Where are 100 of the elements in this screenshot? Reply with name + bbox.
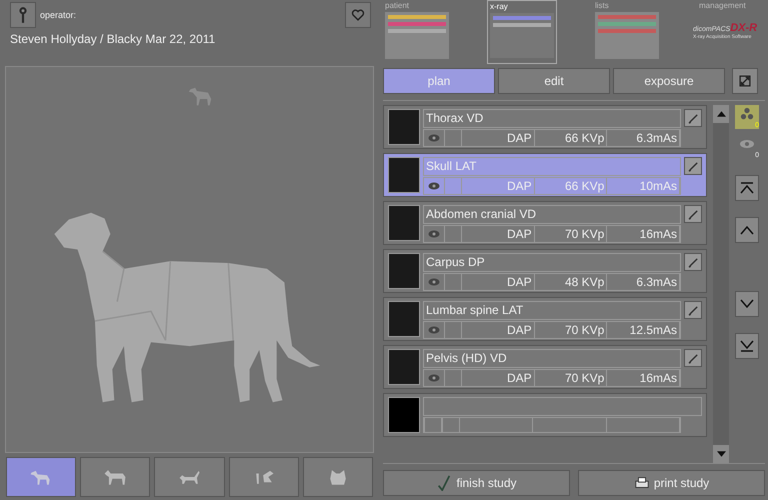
species-tab[interactable] — [302, 457, 374, 497]
exposure-name: Carpus DP — [423, 253, 681, 272]
exposure-row[interactable]: Lumbar spine LAT DAP 70 KVp 12.5mAs — [383, 297, 707, 341]
mas-cell: 16mAs — [607, 226, 680, 242]
last-icon — [739, 339, 755, 353]
dap-cell: DAP — [462, 178, 535, 194]
logo-mark: DX-R — [730, 22, 758, 34]
edit-button[interactable] — [684, 253, 702, 271]
kvp-cell: 66 KVp — [534, 178, 608, 194]
xray-thumbnail — [388, 253, 420, 289]
lists-screen-thumbnail — [595, 12, 659, 59]
cat-icon — [176, 468, 202, 486]
down-button[interactable] — [735, 291, 759, 317]
mas-cell: 6.3mAs — [607, 274, 680, 290]
up-triangle-icon — [716, 111, 726, 117]
dap-cell: DAP — [462, 370, 535, 386]
finish-study-button[interactable]: finish study — [383, 470, 570, 496]
kvp-cell: 48 KVp — [534, 274, 608, 290]
pen-icon — [688, 112, 698, 124]
kvp-cell: 70 KVp — [534, 226, 608, 242]
print-study-button[interactable]: print study — [578, 470, 765, 496]
eye-icon — [428, 374, 440, 382]
patient-button[interactable] — [345, 2, 371, 28]
species-tab[interactable] — [228, 457, 299, 497]
eye-icon — [428, 230, 440, 238]
dap-cell: DAP — [462, 226, 535, 242]
module-tab[interactable]: x-ray — [487, 0, 557, 64]
pen-icon — [688, 304, 698, 316]
exposure-name: Lumbar spine LAT — [423, 301, 681, 320]
patient-line: Steven Hollyday / Blacky Mar 22, 2011 — [10, 32, 216, 46]
status-cell — [444, 370, 462, 386]
edit-button[interactable] — [684, 349, 702, 367]
pen-icon — [688, 160, 698, 172]
xray-thumbnail — [388, 205, 420, 241]
mas-cell: 6.3mAs — [607, 130, 680, 146]
pen-icon — [688, 208, 698, 220]
edit-button[interactable] — [684, 301, 702, 319]
first-button[interactable] — [735, 175, 759, 201]
eye-icon — [739, 137, 755, 151]
radiation-icon — [739, 107, 755, 121]
expand-button[interactable] — [732, 68, 758, 94]
xray-thumbnail — [388, 349, 420, 385]
empty-exposure-row[interactable] — [383, 393, 707, 437]
eye-icon — [428, 326, 440, 334]
edit-button[interactable] — [684, 109, 702, 127]
status-cell — [442, 418, 460, 432]
scroll-up-button[interactable] — [713, 105, 729, 123]
tab[interactable]: plan — [383, 68, 495, 94]
exposure-row[interactable]: Abdomen cranial VD DAP 70 KVp 16mAs — [383, 201, 707, 245]
mas-cell: 16mAs — [607, 370, 680, 386]
module-tab[interactable]: patient — [383, 0, 451, 64]
dap-cell: DAP — [462, 130, 535, 146]
species-tab[interactable] — [154, 457, 225, 497]
last-button[interactable] — [735, 333, 759, 359]
status-cell — [444, 226, 462, 242]
xray-screen-thumbnail — [490, 13, 554, 58]
status-cell — [444, 130, 462, 146]
edit-button[interactable] — [684, 205, 702, 223]
exposure-name: Abdomen cranial VD — [423, 205, 681, 224]
first-icon — [739, 181, 755, 195]
tab[interactable]: exposure — [613, 68, 725, 94]
eye-icon — [428, 278, 440, 286]
xray-thumbnail — [388, 109, 420, 145]
kvp-cell: 70 KVp — [534, 322, 608, 338]
tab[interactable]: edit — [498, 68, 610, 94]
edit-button[interactable] — [684, 157, 702, 175]
empty-thumbnail — [388, 397, 420, 433]
kvp-cell: 70 KVp — [534, 370, 608, 386]
key-button[interactable] — [10, 2, 36, 28]
eye-icon — [428, 134, 440, 142]
mas-cell: 10mAs — [607, 178, 680, 194]
eye-icon — [428, 182, 440, 190]
status-cell — [424, 418, 442, 432]
horse-icon — [102, 468, 128, 486]
chevron-down-icon — [739, 297, 755, 311]
heart-icon — [350, 8, 366, 22]
pen-icon — [688, 352, 698, 364]
species-tab[interactable] — [80, 457, 150, 497]
status-cell — [444, 178, 462, 194]
exposure-row[interactable]: Thorax VD DAP 66 KVp 6.3mAs — [383, 105, 707, 149]
xray-thumbnail — [388, 301, 420, 337]
exposure-row[interactable]: Skull LAT DAP 66 KVp 10mAs — [383, 153, 707, 197]
module-tab[interactable]: lists — [593, 0, 661, 64]
exposure-row[interactable]: Pelvis (HD) VD DAP 70 KVp 16mAs — [383, 345, 707, 389]
up-button[interactable] — [735, 217, 759, 243]
operator-label: operator: — [40, 10, 76, 20]
mas-cell: 12.5mAs — [607, 322, 680, 338]
exposure-name: Skull LAT — [423, 157, 681, 176]
xray-thumbnail — [388, 157, 420, 193]
key-icon — [18, 6, 28, 24]
species-tab[interactable] — [6, 457, 76, 497]
exposure-name: Thorax VD — [423, 109, 681, 128]
exposure-row[interactable]: Carpus DP DAP 48 KVp 6.3mAs — [383, 249, 707, 293]
status-cell — [444, 274, 462, 290]
dap-cell: DAP — [462, 322, 535, 338]
patient-screen-thumbnail — [385, 12, 449, 59]
pen-icon — [688, 256, 698, 268]
kvp-cell: 66 KVp — [534, 130, 608, 146]
scroll-down-button[interactable] — [713, 445, 729, 463]
scrollbar[interactable] — [713, 105, 729, 463]
